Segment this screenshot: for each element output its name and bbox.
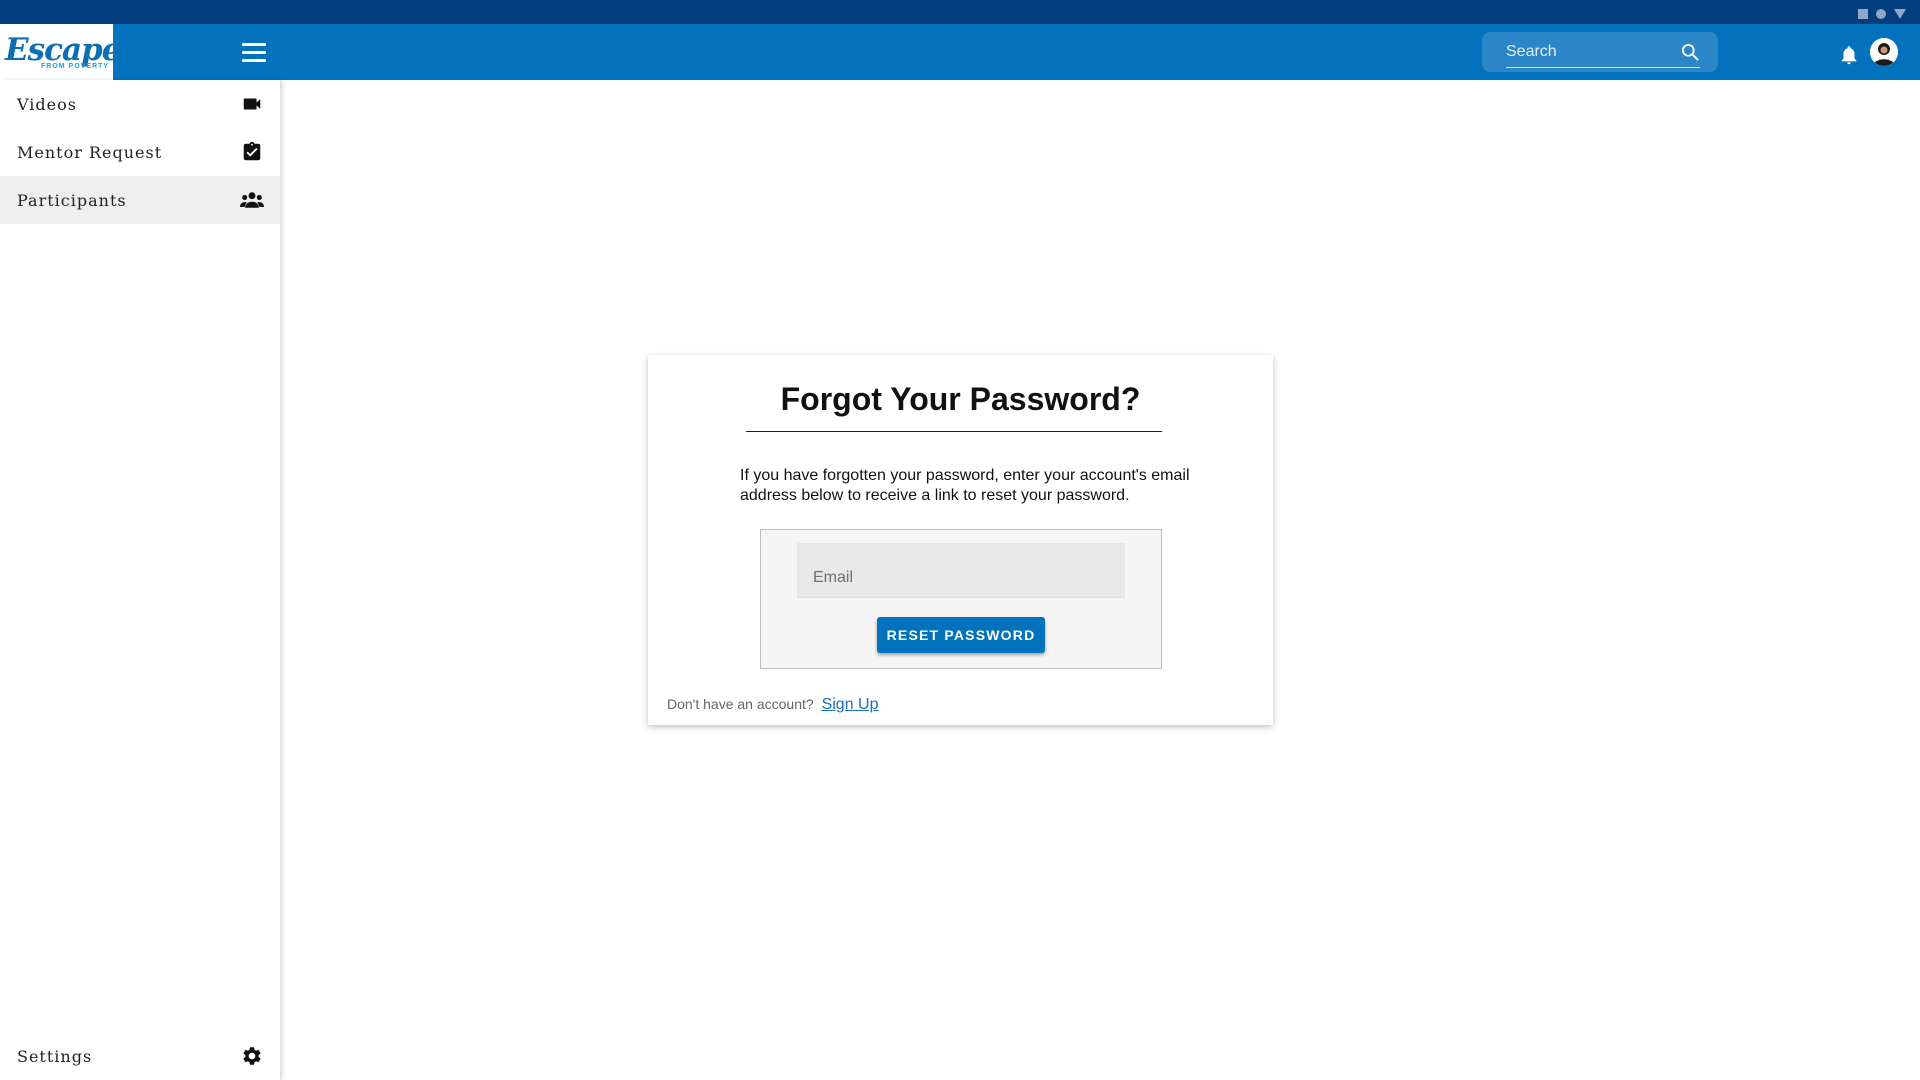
title-divider	[746, 431, 1162, 432]
sidebar-item-label: Participants	[17, 190, 127, 210]
sidebar: Videos Mentor Request Participants Setti…	[0, 80, 281, 1080]
logo[interactable]: Escape FROM POVERTY	[0, 24, 121, 80]
triangle-icon	[1894, 9, 1906, 19]
sidebar-item-label: Settings	[17, 1046, 93, 1066]
status-icons	[1858, 9, 1906, 19]
system-status-bar	[0, 0, 1920, 24]
clipboard-check-icon	[240, 140, 264, 164]
forgot-password-card: Forgot Your Password? If you have forgot…	[648, 355, 1273, 725]
email-field[interactable]	[797, 543, 1125, 598]
sidebar-item-settings[interactable]: Settings	[0, 1032, 280, 1080]
square-icon	[1858, 9, 1868, 19]
gear-icon	[240, 1044, 264, 1068]
hamburger-menu-icon[interactable]	[240, 40, 268, 64]
signup-row: Don't have an account? Sign Up	[667, 696, 878, 714]
reset-password-button[interactable]: RESET PASSWORD	[877, 617, 1045, 653]
search-bar	[1482, 32, 1718, 72]
sidebar-item-label: Videos	[17, 94, 77, 114]
signup-prompt: Don't have an account?	[667, 696, 814, 712]
logo-wordmark: Escape	[5, 31, 121, 68]
search-underline	[1506, 67, 1700, 68]
sidebar-item-participants[interactable]: Participants	[0, 176, 280, 224]
signup-link[interactable]: Sign Up	[822, 696, 879, 713]
avatar[interactable]	[1870, 38, 1898, 66]
app-bar: Escape FROM POVERTY	[0, 24, 1920, 80]
search-icon[interactable]	[1680, 42, 1700, 62]
group-icon	[240, 188, 264, 212]
circle-icon	[1876, 9, 1886, 19]
instructions-text: If you have forgotten your password, ent…	[740, 467, 1190, 504]
search-input[interactable]	[1506, 40, 1676, 64]
page-title: Forgot Your Password?	[780, 381, 1141, 417]
logo-tagline: FROM POVERTY	[40, 62, 109, 70]
sidebar-item-mentor-request[interactable]: Mentor Request	[0, 128, 280, 176]
sidebar-item-label: Mentor Request	[17, 142, 163, 162]
bell-icon[interactable]	[1838, 44, 1860, 66]
video-camera-icon	[240, 92, 264, 116]
reset-form: RESET PASSWORD	[760, 529, 1162, 669]
sidebar-item-videos[interactable]: Videos	[0, 80, 280, 128]
